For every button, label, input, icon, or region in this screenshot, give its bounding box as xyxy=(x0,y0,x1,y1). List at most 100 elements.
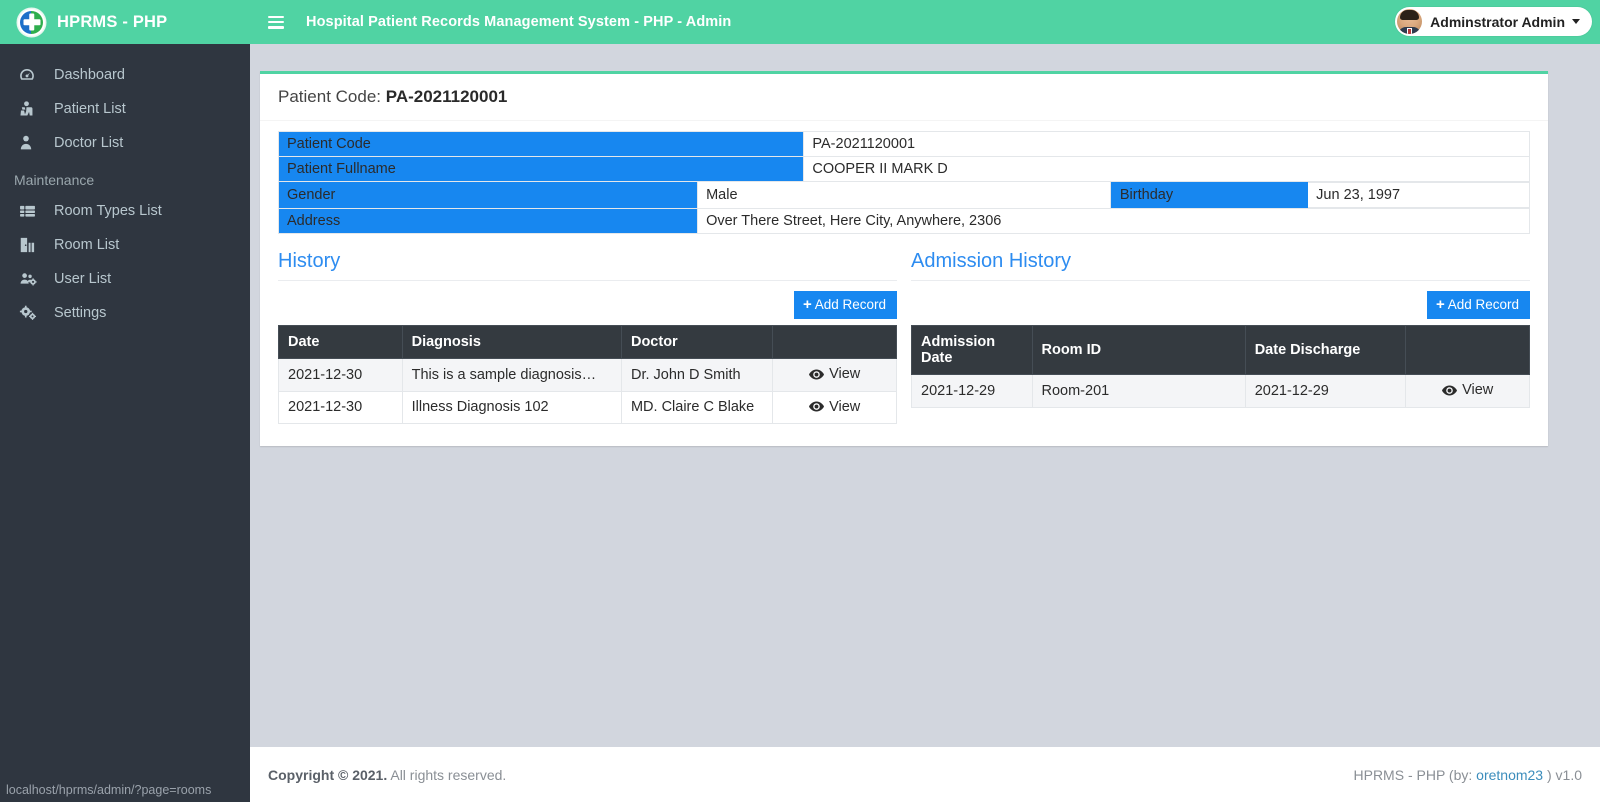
app-root: HPRMS - PHP Dashboard Patient List Docto… xyxy=(0,0,1600,802)
brand-name: HPRMS - PHP xyxy=(57,12,168,31)
sidebar-item-user-list[interactable]: User List xyxy=(0,262,250,296)
column-header-date-discharge: Date Discharge xyxy=(1244,325,1407,375)
users-cog-icon xyxy=(18,271,44,288)
sidebar-item-label: Dashboard xyxy=(54,67,125,83)
admission-table: Admission Date Room ID Date Discharge 20… xyxy=(911,325,1530,408)
card-header: Patient Code: PA-2021120001 xyxy=(260,74,1548,121)
view-label: View xyxy=(829,366,861,382)
footer-copyright-rest: All rights reserved. xyxy=(387,766,507,783)
sidebar-item-patient-list[interactable]: Patient List xyxy=(0,92,250,126)
sidebar-item-label: Patient List xyxy=(54,101,126,117)
cell-date: 2021-12-30 xyxy=(278,390,403,424)
gender-label: Gender xyxy=(277,181,699,209)
patient-card: Patient Code: PA-2021120001 Patient Code… xyxy=(260,71,1548,446)
birthday-value: Jun 23, 1997 xyxy=(1307,182,1530,208)
sidebar-nav: Dashboard Patient List Doctor List Maint… xyxy=(0,44,250,330)
column-header-doctor: Doctor xyxy=(620,325,774,359)
cell-admission-date: 2021-12-29 xyxy=(911,374,1033,408)
column-header-date: Date xyxy=(278,325,403,359)
view-admission-button[interactable]: View xyxy=(1442,382,1493,398)
hamburger-icon[interactable] xyxy=(268,15,284,29)
add-admission-record-button[interactable]: + Add Record xyxy=(1426,291,1530,319)
hospital-cross-logo-icon xyxy=(18,8,45,36)
admission-history-title: Admission History xyxy=(911,250,1530,281)
sidebar-item-label: Settings xyxy=(54,305,107,321)
table-row: Gender Male Birthday Jun 23, 1997 xyxy=(277,181,1530,209)
page-title: Hospital Patient Records Management Syst… xyxy=(306,14,732,30)
eye-icon xyxy=(809,401,825,412)
sidebar-item-label: Room List xyxy=(54,237,120,253)
door-open-icon xyxy=(18,236,44,254)
plus-icon: + xyxy=(1435,296,1445,313)
table-row: Patient Code PA-2021120001 xyxy=(277,131,1530,157)
cell-actions: View xyxy=(772,358,897,392)
sidebar-item-dashboard[interactable]: Dashboard xyxy=(0,58,250,92)
cell-doctor: Dr. John D Smith xyxy=(620,358,774,392)
column-header-diagnosis: Diagnosis xyxy=(401,325,622,359)
address-label: Address xyxy=(277,208,699,234)
column-header-admission-date: Admission Date xyxy=(911,325,1033,375)
user-injured-icon xyxy=(18,100,44,118)
sidebar-item-settings[interactable]: Settings xyxy=(0,296,250,330)
history-title: History xyxy=(278,250,897,281)
card-body: Patient Code PA-2021120001 Patient Fulln… xyxy=(260,121,1548,446)
view-label: View xyxy=(1462,382,1494,398)
main-content: Patient Code: PA-2021120001 Patient Code… xyxy=(250,44,1600,746)
footer-brand-prefix: HPRMS - PHP (by: xyxy=(1353,766,1477,783)
footer-version: HPRMS - PHP (by: oretnom23 ) v1.0 xyxy=(1354,767,1583,783)
top-header: Hospital Patient Records Management Syst… xyxy=(250,0,1600,44)
cell-actions: View xyxy=(772,390,897,424)
cell-date-discharge: 2021-12-29 xyxy=(1244,374,1407,408)
sidebar-item-room-list[interactable]: Room List xyxy=(0,228,250,262)
sidebar-brand[interactable]: HPRMS - PHP xyxy=(0,0,250,44)
history-toolbar: + Add Record xyxy=(278,281,897,325)
column-header-actions xyxy=(1405,325,1530,375)
detail-label: Patient Fullname xyxy=(277,156,805,182)
user-name: Adminstrator Admin xyxy=(1430,13,1565,30)
cell-date: 2021-12-30 xyxy=(278,358,403,392)
birthday-label: Birthday xyxy=(1110,182,1309,208)
browser-status-bar: localhost/hprms/admin/?page=rooms xyxy=(0,778,250,802)
detail-value: PA-2021120001 xyxy=(803,131,1530,157)
view-history-button[interactable]: View xyxy=(809,366,860,382)
footer-version-suffix: ) v1.0 xyxy=(1543,766,1582,783)
add-history-record-button[interactable]: + Add Record xyxy=(793,291,897,319)
cell-diagnosis: Illness Diagnosis 102 xyxy=(401,390,622,424)
add-button-label: Add Record xyxy=(814,296,886,312)
admission-history-section: Admission History + Add Record Admission… xyxy=(911,236,1530,424)
user-menu[interactable]: Adminstrator Admin xyxy=(1395,7,1592,36)
table-list-icon xyxy=(18,203,44,220)
user-md-icon xyxy=(18,134,44,152)
table-row: 2021-12-29 Room-201 2021-12-29 View xyxy=(911,374,1530,408)
cell-diagnosis: This is a sample diagnosis… xyxy=(401,358,622,392)
sidebar-item-doctor-list[interactable]: Doctor List xyxy=(0,126,250,160)
history-section: History + Add Record Date Diagnosis Doct… xyxy=(278,236,897,424)
view-label: View xyxy=(829,398,861,415)
address-value: Over There Street, Here City, Anywhere, … xyxy=(697,208,1530,234)
gender-value: Male xyxy=(697,181,1111,209)
cell-doctor: MD. Claire C Blake xyxy=(620,390,774,424)
sidebar-item-room-types-list[interactable]: Room Types List xyxy=(0,194,250,228)
table-header-row: Admission Date Room ID Date Discharge xyxy=(911,325,1530,375)
table-header-row: Date Diagnosis Doctor xyxy=(278,325,897,359)
eye-icon xyxy=(809,369,825,379)
patient-code-label: Patient Code: xyxy=(278,87,382,106)
view-history-button[interactable]: View xyxy=(809,399,860,415)
footer-author-link[interactable]: oretnom23 xyxy=(1476,767,1543,783)
sidebar-section-maintenance: Maintenance xyxy=(14,172,95,188)
page-footer: Copyright © 2021. All rights reserved. H… xyxy=(250,746,1600,802)
detail-label: Patient Code xyxy=(277,131,805,157)
sidebar: HPRMS - PHP Dashboard Patient List Docto… xyxy=(0,0,250,802)
patient-detail-table: Patient Code PA-2021120001 Patient Fulln… xyxy=(277,131,1530,234)
history-columns: History + Add Record Date Diagnosis Doct… xyxy=(278,236,1530,424)
sidebar-item-label: User List xyxy=(54,271,112,287)
footer-copyright: Copyright © 2021. All rights reserved. xyxy=(268,767,506,783)
tachometer-icon xyxy=(18,66,44,84)
cogs-icon xyxy=(18,304,44,322)
table-row: Address Over There Street, Here City, An… xyxy=(277,208,1530,234)
table-row: Patient Fullname COOPER II MARK D xyxy=(277,156,1530,182)
detail-value: COOPER II MARK D xyxy=(803,156,1530,182)
cell-actions: View xyxy=(1405,374,1530,408)
patient-code-value: PA-2021120001 xyxy=(385,87,508,106)
table-row: 2021-12-30 This is a sample diagnosis… D… xyxy=(278,358,897,392)
